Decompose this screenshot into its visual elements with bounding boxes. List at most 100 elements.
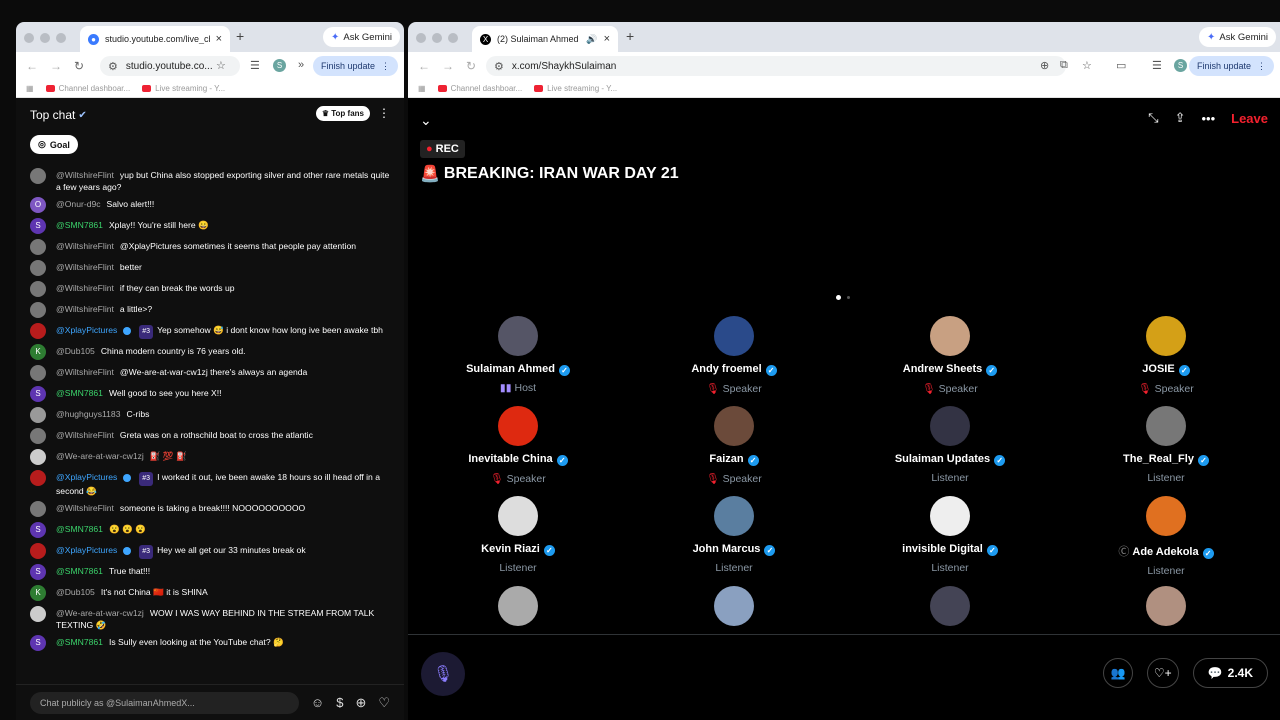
participant-avatar[interactable]	[930, 406, 970, 446]
url-field[interactable]: ⚙ x.com/ShaykhSulaiman	[486, 56, 1066, 76]
back-icon[interactable]: ←	[26, 59, 40, 73]
participant[interactable]: Faizan ✓ 🎙 Speaker	[634, 406, 834, 485]
chat-messages[interactable]: @WiltshireFlint yup but China also stoppe…	[16, 164, 404, 682]
chat-message[interactable]: @WiltshireFlint someone is taking a break…	[30, 501, 394, 518]
bookmark-item[interactable]: Live streaming - Y...	[534, 84, 617, 93]
finish-update-button[interactable]: Finish update ⋮	[312, 56, 398, 76]
message-author[interactable]: @SMN7861	[56, 566, 103, 576]
close-tab-icon[interactable]: ×	[604, 33, 610, 45]
participant[interactable]: Andy froemel ✓ 🎙 Speaker	[634, 316, 834, 395]
chat-message[interactable]: @XplayPictures #3 Yep somehow 😅 i dont kno…	[30, 323, 394, 340]
participant-avatar[interactable]	[1146, 586, 1186, 626]
avatar[interactable]	[30, 260, 46, 276]
avatar[interactable]	[30, 543, 46, 559]
participant-avatar[interactable]	[930, 316, 970, 356]
message-author[interactable]: @Dub105	[56, 587, 95, 597]
site-settings-icon[interactable]: ⚙	[494, 60, 504, 73]
participant-avatar[interactable]	[1146, 496, 1186, 536]
message-author[interactable]: @XplayPictures	[56, 472, 117, 482]
participant-avatar[interactable]	[498, 586, 538, 626]
chat-message[interactable]: S @SMN7861 Well good to see you here X!!	[30, 386, 394, 403]
message-author[interactable]: @WiltshireFlint	[56, 503, 114, 513]
participant-avatar[interactable]	[930, 496, 970, 536]
forward-icon[interactable]: →	[442, 59, 456, 73]
chat-message[interactable]: @WiltshireFlint a little>?	[30, 302, 394, 319]
avatar[interactable]	[30, 323, 46, 339]
extensions-icon[interactable]: ☰	[1152, 59, 1162, 72]
avatar[interactable]	[30, 281, 46, 297]
close-tab-icon[interactable]: ×	[216, 33, 222, 45]
avatar[interactable]	[30, 302, 46, 318]
avatar[interactable]: S	[30, 218, 46, 234]
message-author[interactable]: @XplayPictures	[56, 325, 117, 335]
participant-avatar[interactable]	[714, 586, 754, 626]
message-author[interactable]: @WiltshireFlint	[56, 262, 114, 272]
participant-avatar[interactable]	[1146, 406, 1186, 446]
top-fans-button[interactable]: ♛ Top fans	[315, 106, 370, 121]
emoji-icon[interactable]: ☺	[311, 695, 324, 710]
chat-message[interactable]: @hughguys1183 C-ribs	[30, 407, 394, 424]
participant-avatar[interactable]	[714, 496, 754, 536]
avatar[interactable]: S	[30, 386, 46, 402]
message-author[interactable]: @SMN7861	[56, 637, 103, 647]
ask-gemini-button[interactable]: ✦ Ask Gemini	[323, 27, 400, 47]
chat-message[interactable]: S @SMN7861 Is Sully even looking at the Yo…	[30, 635, 394, 652]
avatar[interactable]	[30, 501, 46, 517]
message-author[interactable]: @WiltshireFlint	[56, 430, 114, 440]
star-icon[interactable]: ☆	[216, 59, 226, 72]
comments-button[interactable]: 💬 2.4K	[1192, 658, 1268, 688]
avatar[interactable]: O	[30, 197, 46, 213]
chat-message[interactable]: @We-are-at-war-cw1zj ⛽ 💯 ⛽	[30, 449, 394, 466]
side-panel-icon[interactable]: ▭	[1116, 59, 1126, 72]
participant[interactable]: Kevin Riazi ✓ Listener	[418, 496, 618, 574]
profile-avatar[interactable]: S	[273, 59, 286, 72]
message-author[interactable]: @WiltshireFlint	[56, 304, 114, 314]
avatar[interactable]	[30, 606, 46, 622]
participant-avatar[interactable]	[498, 496, 538, 536]
reload-icon[interactable]: ↻	[466, 59, 480, 73]
chat-message[interactable]: @WiltshireFlint @XplayPictures sometimes …	[30, 239, 394, 256]
message-author[interactable]: @XplayPictures	[56, 545, 117, 555]
chat-message[interactable]: @WiltshireFlint Greta was on a rothschild…	[30, 428, 394, 445]
participant[interactable]	[418, 586, 618, 626]
chat-message[interactable]: @We-are-at-war-cw1zj WOW I WAS WAY BEHIND…	[30, 606, 394, 631]
chat-message[interactable]: K @Dub105 It's not China 🇨🇳 it is SHINA	[30, 585, 394, 602]
leave-button[interactable]: Leave	[1231, 111, 1268, 126]
avatar[interactable]	[30, 449, 46, 465]
people-button[interactable]: 👥	[1102, 658, 1133, 688]
back-icon[interactable]: ←	[418, 59, 432, 73]
participant-avatar[interactable]	[498, 406, 538, 446]
participant[interactable]	[850, 586, 1050, 626]
chevron-down-icon[interactable]: ⌄	[420, 112, 432, 129]
reload-icon[interactable]: ↻	[74, 59, 88, 73]
avatar[interactable]	[30, 407, 46, 423]
message-author[interactable]: @We-are-at-war-cw1zj	[56, 451, 144, 461]
star-icon[interactable]: ☆	[1082, 59, 1092, 72]
participant-avatar[interactable]	[498, 316, 538, 356]
chat-title[interactable]: Top chat	[30, 108, 75, 122]
chat-message[interactable]: @WiltshireFlint yup but China also stoppe…	[30, 168, 394, 193]
super-chat-icon[interactable]: $	[336, 695, 343, 710]
participant[interactable]: The_Real_Fly ✓ Listener	[1066, 406, 1266, 484]
bookmark-item[interactable]: Channel dashboar...	[45, 84, 130, 93]
participant[interactable]: Sulaiman Ahmed ✓ ▮▮ Host	[418, 316, 618, 394]
bookmark-item[interactable]: Live streaming - Y...	[142, 84, 225, 93]
minimize-icon[interactable]: ⤡	[1148, 110, 1158, 126]
avatar[interactable]	[30, 365, 46, 381]
bookmark-item[interactable]: Channel dashboar...	[437, 84, 522, 93]
participant[interactable]: invisible Digital ✓ Listener	[850, 496, 1050, 574]
message-author[interactable]: @We-are-at-war-cw1zj	[56, 608, 144, 618]
more-icon[interactable]: •••	[1201, 111, 1215, 126]
new-tab-icon[interactable]: +	[626, 28, 634, 44]
speaker-icon[interactable]: 🔊	[586, 34, 597, 45]
chat-message[interactable]: @XplayPictures #3 I worked it out, ive bee…	[30, 470, 394, 497]
avatar[interactable]: S	[30, 635, 46, 651]
message-author[interactable]: @SMN7861	[56, 220, 103, 230]
apps-icon[interactable]: ▦	[26, 84, 34, 93]
message-author[interactable]: @WiltshireFlint	[56, 367, 114, 377]
zoom-icon[interactable]: ⊕	[1040, 59, 1049, 72]
message-author[interactable]: @hughguys1183	[56, 409, 120, 419]
message-author[interactable]: @WiltshireFlint	[56, 170, 114, 180]
chat-message[interactable]: O @Onur-d9c Salvo alert!!!	[30, 197, 394, 214]
avatar[interactable]: K	[30, 585, 46, 601]
